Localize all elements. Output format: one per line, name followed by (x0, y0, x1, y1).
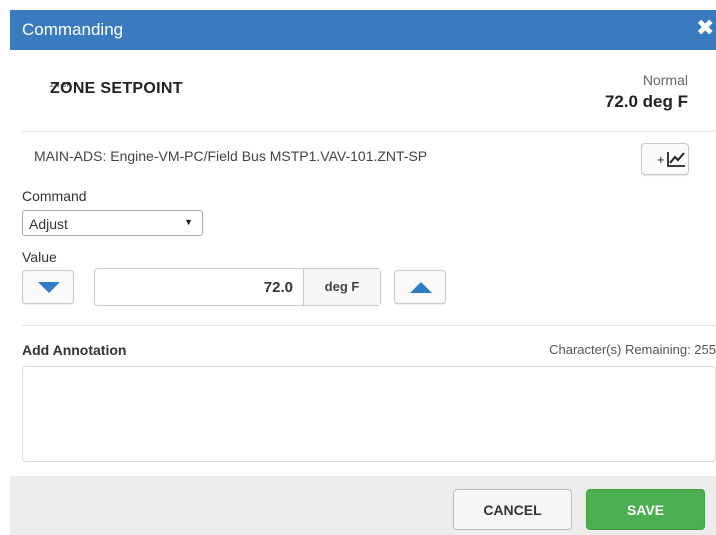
commanding-dialog: Commanding ✖ ZN-SP ZONE SETPOINT Normal … (0, 0, 716, 535)
save-button[interactable]: SAVE (586, 489, 705, 530)
dialog-titlebar: Commanding ✖ (10, 10, 716, 50)
value-input-group: deg F (94, 268, 381, 306)
command-label: Command (22, 188, 87, 204)
close-icon[interactable]: ✖ (696, 17, 714, 41)
increment-button[interactable] (394, 270, 446, 304)
value-label: Value (22, 249, 57, 265)
value-divider (22, 325, 716, 326)
caret-down-icon (38, 282, 60, 293)
dropdown-arrow-icon: ▼ (184, 217, 193, 227)
annotation-textarea[interactable] (22, 366, 716, 462)
cancel-button[interactable]: CANCEL (453, 489, 572, 530)
characters-remaining: Character(s) Remaining: 255 (549, 342, 716, 357)
annotation-label: Add Annotation (22, 342, 127, 358)
command-select[interactable]: Adjust ▼ (22, 210, 203, 236)
point-path: MAIN-ADS: Engine-VM-PC/Field Bus MSTP1.V… (34, 148, 428, 164)
caret-up-icon (410, 282, 432, 293)
trend-chart-icon (667, 152, 685, 167)
value-input[interactable] (95, 269, 303, 305)
trend-button[interactable]: + (641, 143, 689, 175)
dialog-title: Commanding (22, 20, 124, 39)
plus-icon: + (657, 152, 665, 167)
point-name: ZONE SETPOINT (50, 80, 183, 97)
command-selected-value: Adjust (29, 216, 68, 232)
point-status: Normal (642, 72, 688, 88)
units-label: deg F (303, 269, 380, 305)
header-divider (22, 131, 716, 132)
decrement-button[interactable] (22, 270, 74, 304)
present-value: 72.0 deg F (604, 92, 688, 111)
